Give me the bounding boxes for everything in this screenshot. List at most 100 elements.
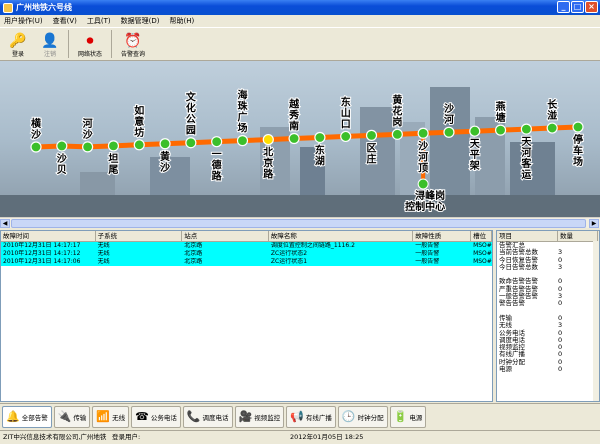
station-label: 坦尾 bbox=[108, 152, 118, 176]
summary-row: 警告告警 0 bbox=[497, 300, 599, 307]
clock-icon: 🕒 bbox=[341, 410, 356, 423]
table-cell: 北京路 bbox=[184, 258, 203, 265]
table-cell: 北京路 bbox=[184, 250, 203, 257]
station-node[interactable] bbox=[159, 138, 171, 150]
table-row[interactable]: 2010年12月31日 14:17:12 无线 北京路 ZC运行状态2 一般告警 MSO# bbox=[1, 250, 492, 258]
menu-item[interactable]: 工具(T) bbox=[87, 16, 111, 26]
tab-clock[interactable]: 🕒 时钟分配 bbox=[337, 405, 388, 428]
menu-item[interactable]: 数据管理(D) bbox=[121, 16, 160, 26]
map-horizontal-scrollbar[interactable]: ◀ ▶ bbox=[0, 217, 600, 228]
tab-all-alarms[interactable]: 🔔 全部告警 bbox=[2, 405, 52, 428]
toolbar: 🔑 登录 👤 注销 ⏺ 网络状态 ⏰ 告警查询 bbox=[0, 27, 600, 61]
scroll-thumb[interactable] bbox=[11, 219, 586, 228]
network-status-button[interactable]: ⏺ 网络状态 bbox=[71, 28, 109, 60]
scroll-right-arrow-icon[interactable]: ▶ bbox=[589, 219, 599, 228]
station-node[interactable] bbox=[82, 141, 94, 153]
control-center-node[interactable] bbox=[417, 178, 429, 190]
login-button[interactable]: 🔑 登录 bbox=[2, 28, 34, 60]
station-label: 沙河顶 bbox=[418, 140, 428, 174]
station-node[interactable] bbox=[236, 135, 249, 147]
station-node[interactable] bbox=[520, 123, 532, 135]
station-node[interactable] bbox=[262, 133, 274, 146]
transmission-icon: 🔌 bbox=[57, 410, 72, 423]
tab-label: 时钟分配 bbox=[357, 413, 384, 422]
minimize-button[interactable]: _ bbox=[557, 1, 570, 13]
maximize-button[interactable]: □ bbox=[571, 1, 584, 13]
summary-key: 警告告警 bbox=[499, 299, 525, 308]
summary-row bbox=[497, 308, 599, 315]
table-cell: 无线 bbox=[97, 258, 110, 265]
user-icon: 👤 bbox=[41, 33, 59, 49]
tab-broadcast[interactable]: 📢 有线广播 bbox=[286, 405, 336, 428]
login-label: 登录 bbox=[11, 51, 24, 58]
status-company: ZIT中兴信息技术有限公司,广州地铁 bbox=[3, 433, 107, 441]
menu-item[interactable]: 帮助(H) bbox=[169, 16, 194, 26]
broadcast-icon: 📢 bbox=[290, 410, 304, 423]
network-status-label: 网络状态 bbox=[77, 51, 102, 58]
camera-icon: 🎥 bbox=[238, 410, 253, 423]
col-severity[interactable]: 故障性质 bbox=[413, 231, 472, 241]
col-station[interactable]: 站点 bbox=[182, 231, 269, 241]
station-node[interactable] bbox=[469, 125, 481, 137]
tab-wireless[interactable]: 📶 无线 bbox=[92, 405, 130, 428]
station-node[interactable] bbox=[185, 137, 197, 149]
alarm-icon: ⏰ bbox=[124, 33, 142, 49]
wireless-icon: 📶 bbox=[96, 410, 111, 423]
table-cell: 一般告警 bbox=[415, 250, 440, 257]
menu-item[interactable]: 用户操作(U) bbox=[4, 16, 43, 26]
station-node[interactable] bbox=[365, 129, 378, 141]
table-cell: MSO# bbox=[473, 242, 492, 249]
alarm-table[interactable]: 故障时间 子系统 站点 故障名称 故障性质 槽位 2010年12月31日 14:… bbox=[0, 230, 493, 402]
station-label: 停车场 bbox=[573, 133, 583, 168]
col-slot[interactable]: 槽位 bbox=[471, 231, 492, 241]
station-node[interactable] bbox=[107, 140, 120, 152]
summary-value: 0 bbox=[558, 335, 563, 344]
tab-power[interactable]: 🔋 电源 bbox=[389, 405, 427, 428]
menu-bar: 用户操作(U) 查看(V) 工具(T) 数据管理(D) 帮助(H) bbox=[0, 15, 600, 27]
summary-scrollbar[interactable] bbox=[593, 241, 599, 401]
menu-item[interactable]: 查看(V) bbox=[53, 16, 77, 26]
summary-value: 0 bbox=[558, 365, 563, 374]
scroll-left-arrow-icon[interactable]: ◀ bbox=[0, 219, 10, 228]
station-node[interactable] bbox=[546, 122, 558, 134]
station-label: 文化公园 bbox=[186, 91, 197, 137]
summary-value bbox=[558, 271, 598, 278]
tab-dispatch-phone[interactable]: 📞 调度电话 bbox=[182, 405, 233, 428]
alarm-query-button[interactable]: ⏰ 告警查询 bbox=[114, 28, 152, 60]
logout-button[interactable]: 👤 注销 bbox=[34, 28, 66, 60]
station-node[interactable] bbox=[443, 126, 455, 138]
station-node[interactable] bbox=[340, 130, 352, 143]
summary-panel: 项目 数量 告警汇总 当前告警总数 3 今日恢复告警 0 今日告警总数 3 致命告警告警 0 严重… bbox=[496, 230, 600, 402]
logout-label: 注销 bbox=[43, 51, 56, 58]
tab-label: 无线 bbox=[112, 413, 126, 422]
col-fault-name[interactable]: 故障名称 bbox=[269, 231, 414, 241]
col-subsystem[interactable]: 子系统 bbox=[96, 231, 183, 241]
tab-transmission[interactable]: 🔌 传输 bbox=[53, 405, 91, 428]
summary-col-count: 数量 bbox=[558, 231, 598, 241]
station-node[interactable] bbox=[30, 141, 42, 153]
tab-camera[interactable]: 🎥 视频监控 bbox=[234, 405, 285, 428]
close-button[interactable]: × bbox=[585, 1, 598, 13]
table-row[interactable]: 2010年12月31日 14:17:17 无线 北京路 调度位置控制之间链路_1116… bbox=[1, 242, 492, 250]
station-node[interactable] bbox=[56, 140, 68, 152]
station-node[interactable] bbox=[391, 128, 403, 140]
summary-value: 0 bbox=[558, 255, 563, 264]
phone-icon: ☎ bbox=[135, 410, 149, 423]
col-time[interactable]: 故障时间 bbox=[1, 231, 96, 241]
summary-value: 0 bbox=[558, 343, 563, 352]
tab-label: 调度电话 bbox=[202, 413, 229, 422]
tab-phone[interactable]: ☎ 公务电话 bbox=[131, 405, 181, 428]
summary-value: 0 bbox=[558, 284, 563, 293]
station-node[interactable] bbox=[288, 132, 300, 145]
station-label: 河沙 bbox=[83, 118, 93, 141]
station-node[interactable] bbox=[211, 136, 223, 148]
station-node[interactable] bbox=[133, 139, 145, 151]
table-row[interactable]: 2010年12月31日 14:17:06 无线 北京路 ZC运行状态1 一般告警 MSO# bbox=[1, 258, 492, 266]
station-node[interactable] bbox=[572, 121, 584, 133]
station-node[interactable] bbox=[314, 131, 326, 144]
station-node[interactable] bbox=[417, 127, 429, 139]
station-node[interactable] bbox=[494, 124, 507, 136]
summary-value: 3 bbox=[558, 292, 563, 301]
station-label: 长湴 bbox=[547, 98, 558, 122]
station-label: 天河客运 bbox=[520, 136, 532, 181]
